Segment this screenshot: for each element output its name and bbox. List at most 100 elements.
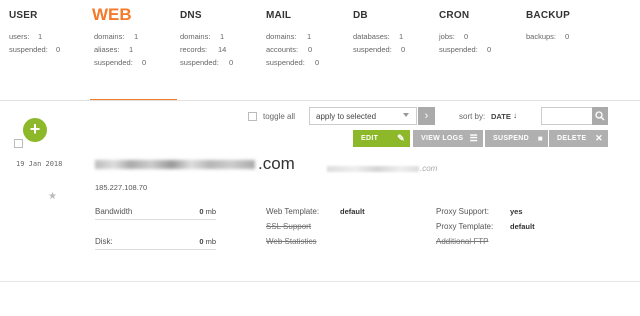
- lock-icon: ■: [537, 134, 543, 143]
- stat-value: 0: [229, 58, 234, 67]
- suspend-button[interactable]: SUSPEND ■: [485, 130, 548, 147]
- disk-label: Disk:: [95, 237, 113, 246]
- apply-button[interactable]: ›: [418, 107, 435, 125]
- domain-name[interactable]: .com: [95, 154, 295, 174]
- stat-accounts: accounts: 0: [266, 45, 312, 54]
- stat-value: 1: [134, 32, 139, 41]
- search-icon: [595, 111, 605, 121]
- toggle-all-checkbox[interactable]: [248, 112, 257, 121]
- stat-label: domains:: [266, 32, 297, 41]
- stat-label: accounts:: [266, 45, 299, 54]
- tab-title: MAIL: [266, 10, 292, 21]
- view-logs-button[interactable]: VIEW LOGS ☰: [413, 130, 483, 147]
- redacted-alias: [327, 165, 419, 172]
- stat-label: suspended:: [439, 45, 478, 54]
- tab-web[interactable]: WEB: [92, 5, 132, 25]
- stat-value: 1: [307, 32, 312, 41]
- stat-databases: databases: 1: [353, 32, 403, 41]
- alias-suffix: .com: [420, 164, 438, 173]
- stat-jobs: jobs: 0: [439, 32, 468, 41]
- bulk-action-value: apply to selected: [316, 112, 377, 121]
- tab-dns[interactable]: DNS: [180, 10, 202, 21]
- web-template-value: default: [340, 207, 365, 216]
- bulk-action-select[interactable]: apply to selected: [309, 107, 417, 125]
- chevron-down-icon: [403, 113, 409, 117]
- view-logs-label: VIEW LOGS: [421, 135, 464, 142]
- stat-label: records:: [180, 45, 208, 54]
- search-input[interactable]: [541, 107, 593, 125]
- proxy-template-label: Proxy Template:: [436, 222, 494, 231]
- disk-amount: 0: [199, 237, 204, 246]
- close-icon: ✕: [595, 133, 603, 143]
- tab-title: DB: [353, 10, 368, 21]
- delete-button[interactable]: DELETE ✕: [549, 130, 608, 147]
- list-icon: ☰: [469, 133, 478, 143]
- suspend-label: SUSPEND: [493, 135, 529, 142]
- bandwidth-label: Bandwidth: [95, 207, 133, 216]
- tab-mail[interactable]: MAIL: [266, 10, 291, 21]
- stat-suspended: suspended: 0: [266, 58, 319, 67]
- pencil-icon: ✎: [397, 133, 405, 143]
- tab-title: CRON: [439, 10, 470, 21]
- tab-title: WEB: [92, 5, 132, 24]
- stat-suspended: suspended: 0: [353, 45, 405, 54]
- stat-suspended: suspended: 0: [9, 45, 60, 54]
- disk-bar: [95, 249, 216, 250]
- tab-title: BACKUP: [526, 10, 570, 21]
- stat-value: 0: [315, 58, 320, 67]
- chevron-right-icon: ›: [424, 110, 429, 122]
- stat-domains: domains: 1: [266, 32, 311, 41]
- stat-label: domains:: [94, 32, 125, 41]
- ssl-support-label: SSL Support: [266, 222, 312, 231]
- stat-value: 0: [565, 32, 570, 41]
- stat-label: databases:: [353, 32, 390, 41]
- bandwidth-bar: [95, 219, 216, 220]
- disk-unit: mb: [205, 237, 216, 246]
- sort-direction-icon[interactable]: ↓: [513, 111, 517, 120]
- stat-suspended: suspended: 0: [439, 45, 491, 54]
- proxy-template-value: default: [510, 222, 535, 231]
- stat-label: suspended:: [9, 45, 48, 54]
- proxy-support-value: yes: [510, 207, 523, 216]
- stats-bar: USER users: 1 suspended: 0 WEB domains: …: [0, 0, 640, 101]
- stat-value: 0: [56, 45, 61, 54]
- divider: [0, 100, 640, 101]
- search-button[interactable]: [592, 107, 608, 125]
- tab-title: DNS: [180, 10, 202, 21]
- add-web-domain-button[interactable]: +: [23, 118, 47, 142]
- stat-label: suspended:: [94, 58, 133, 67]
- star-icon[interactable]: ★: [48, 191, 57, 202]
- sort-by-select[interactable]: DATE: [491, 112, 511, 121]
- row-checkbox[interactable]: [14, 139, 23, 148]
- tab-db[interactable]: DB: [353, 10, 368, 21]
- stat-label: suspended:: [180, 58, 219, 67]
- edit-button[interactable]: EDIT ✎: [353, 130, 410, 147]
- divider: [0, 281, 640, 282]
- stat-suspended: suspended: 0: [180, 58, 233, 67]
- stat-backups: backups: 0: [526, 32, 569, 41]
- domain-alias: .com: [327, 164, 437, 173]
- stat-value: 0: [401, 45, 406, 54]
- ip-address: 185.227.108.70: [95, 183, 148, 192]
- web-template-label: Web Template:: [266, 207, 320, 216]
- stat-aliases: aliases: 1: [94, 45, 133, 54]
- stat-users: users: 1: [9, 32, 42, 41]
- edit-label: EDIT: [361, 135, 379, 142]
- additional-ftp-label: Additional FTP: [436, 237, 489, 246]
- stat-label: jobs:: [439, 32, 455, 41]
- stat-value: 0: [487, 45, 492, 54]
- stat-label: domains:: [180, 32, 211, 41]
- stat-label: suspended:: [266, 58, 305, 67]
- tab-backup[interactable]: BACKUP: [526, 10, 570, 21]
- tab-cron[interactable]: CRON: [439, 10, 469, 21]
- stat-value: 1: [220, 32, 225, 41]
- stat-value: 0: [308, 45, 313, 54]
- toggle-all-label[interactable]: toggle all: [263, 112, 295, 121]
- disk-value: 0 mb: [176, 237, 216, 246]
- stat-value: 1: [399, 32, 404, 41]
- stat-value: 0: [464, 32, 469, 41]
- bandwidth-value: 0 mb: [176, 207, 216, 216]
- tab-user[interactable]: USER: [9, 10, 38, 21]
- domain-suffix: .com: [258, 154, 295, 173]
- stat-records: records: 14: [180, 45, 226, 54]
